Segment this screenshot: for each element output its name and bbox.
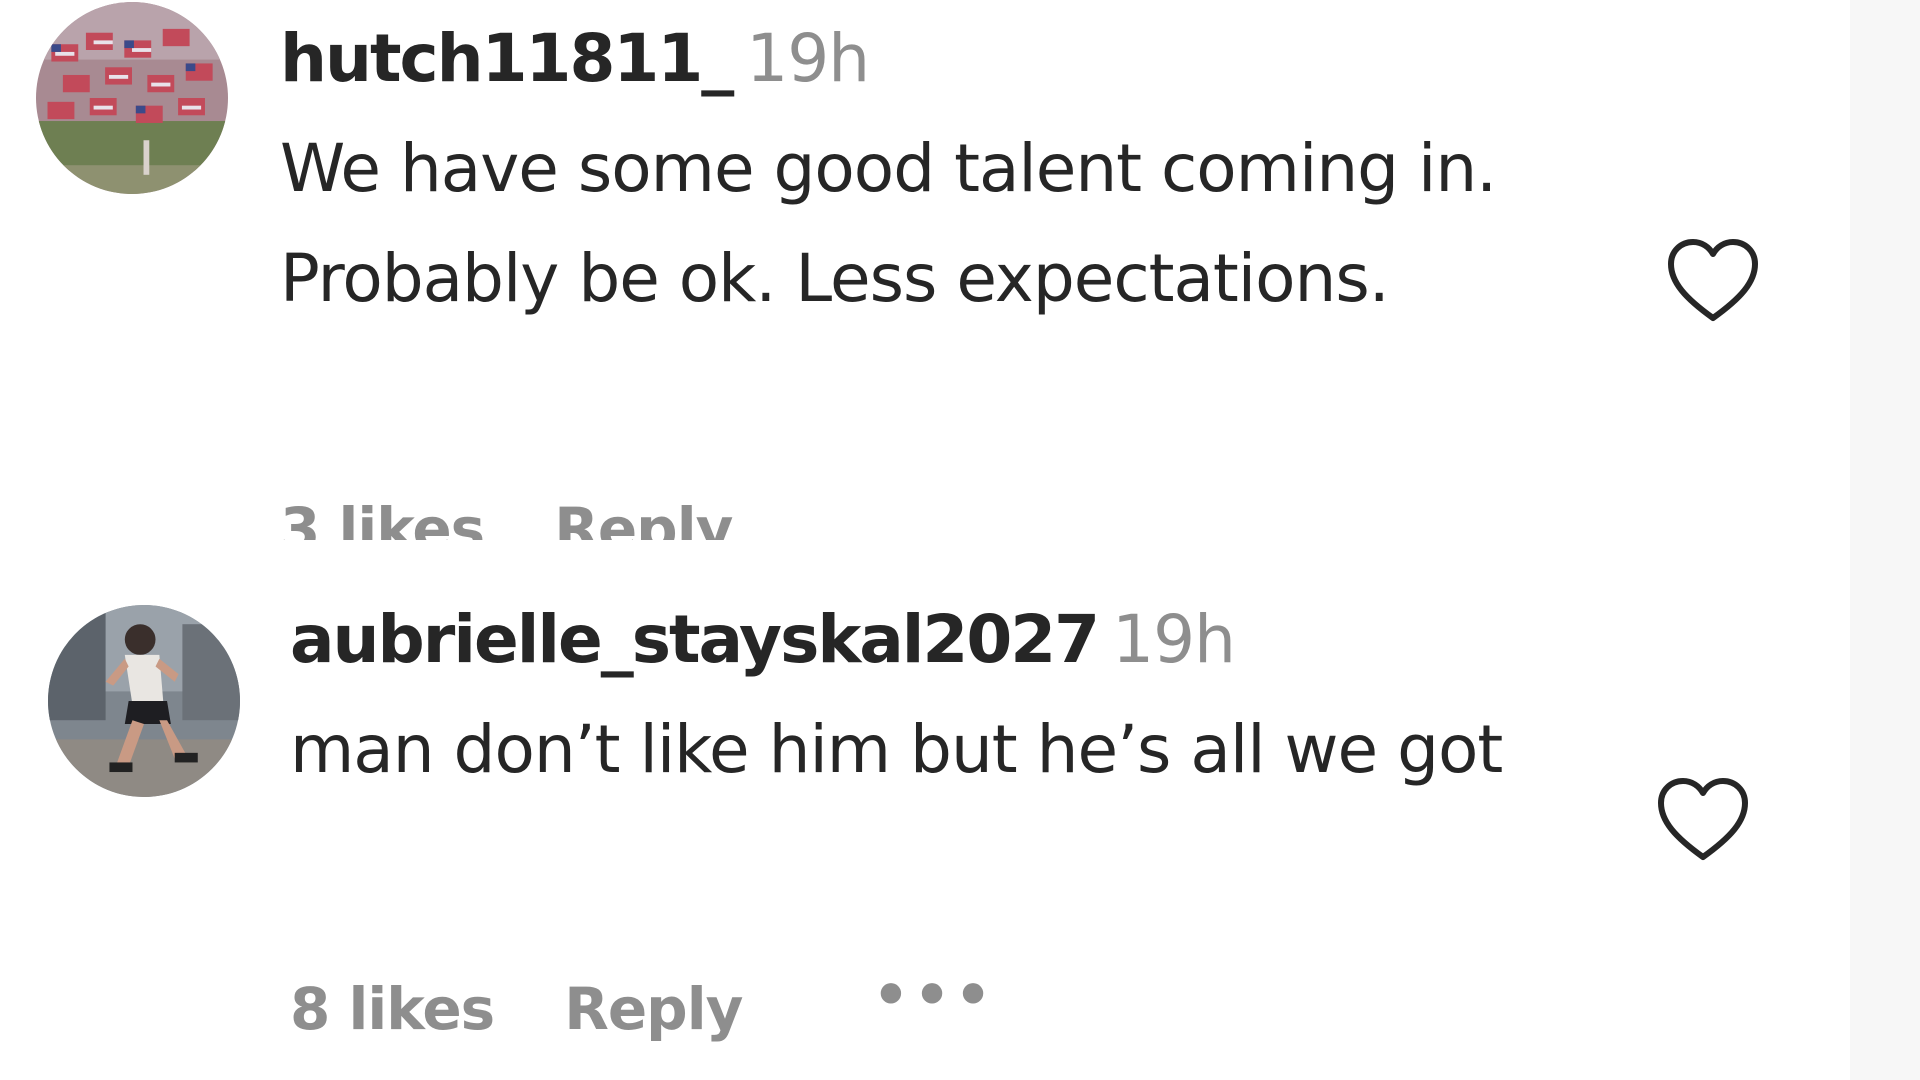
reply-button[interactable]: Reply — [564, 975, 743, 1043]
scroll-gutter — [1850, 0, 1920, 1080]
comment-actions: 8 likes Reply ••• — [290, 961, 996, 1043]
flags-photo-avatar — [36, 2, 228, 194]
user-avatar[interactable] — [48, 605, 240, 797]
comment-header: hutch11811_ 19h — [280, 4, 1640, 114]
comment-body: aubrielle_stayskal2027 19h man don’t like… — [290, 585, 1630, 805]
user-avatar[interactable] — [36, 2, 228, 194]
comments-panel: hutch11811_ 19h We have some good talent … — [0, 0, 1920, 1080]
username-link[interactable]: hutch11811_ — [280, 20, 734, 97]
likes-count[interactable]: 8 likes — [290, 975, 495, 1043]
comment-text: man don’t like him but he’s all we got — [290, 711, 1503, 788]
comment-text: We have some good talent coming in. Prob… — [280, 130, 1497, 317]
like-button[interactable] — [1665, 236, 1761, 326]
heart-outline-icon — [1668, 239, 1758, 321]
comment-actions: 3 likes Reply — [280, 495, 733, 540]
timestamp[interactable]: 19h — [1112, 601, 1236, 678]
timestamp[interactable]: 19h — [746, 20, 870, 97]
like-button[interactable] — [1655, 775, 1751, 865]
comment-header: aubrielle_stayskal2027 19h — [290, 585, 1630, 695]
reply-button[interactable]: Reply — [554, 495, 733, 540]
comment-item: hutch11811_ 19h We have some good talent … — [0, 0, 1850, 540]
likes-count[interactable]: 3 likes — [280, 495, 485, 540]
comment-body: hutch11811_ 19h We have some good talent … — [280, 4, 1640, 334]
comment-item: aubrielle_stayskal2027 19h man don’t like… — [0, 585, 1850, 1080]
runner-photo-avatar — [48, 605, 240, 797]
more-options-icon[interactable]: ••• — [872, 961, 995, 1029]
username-link[interactable]: aubrielle_stayskal2027 — [290, 601, 1100, 678]
heart-outline-icon — [1658, 778, 1748, 860]
